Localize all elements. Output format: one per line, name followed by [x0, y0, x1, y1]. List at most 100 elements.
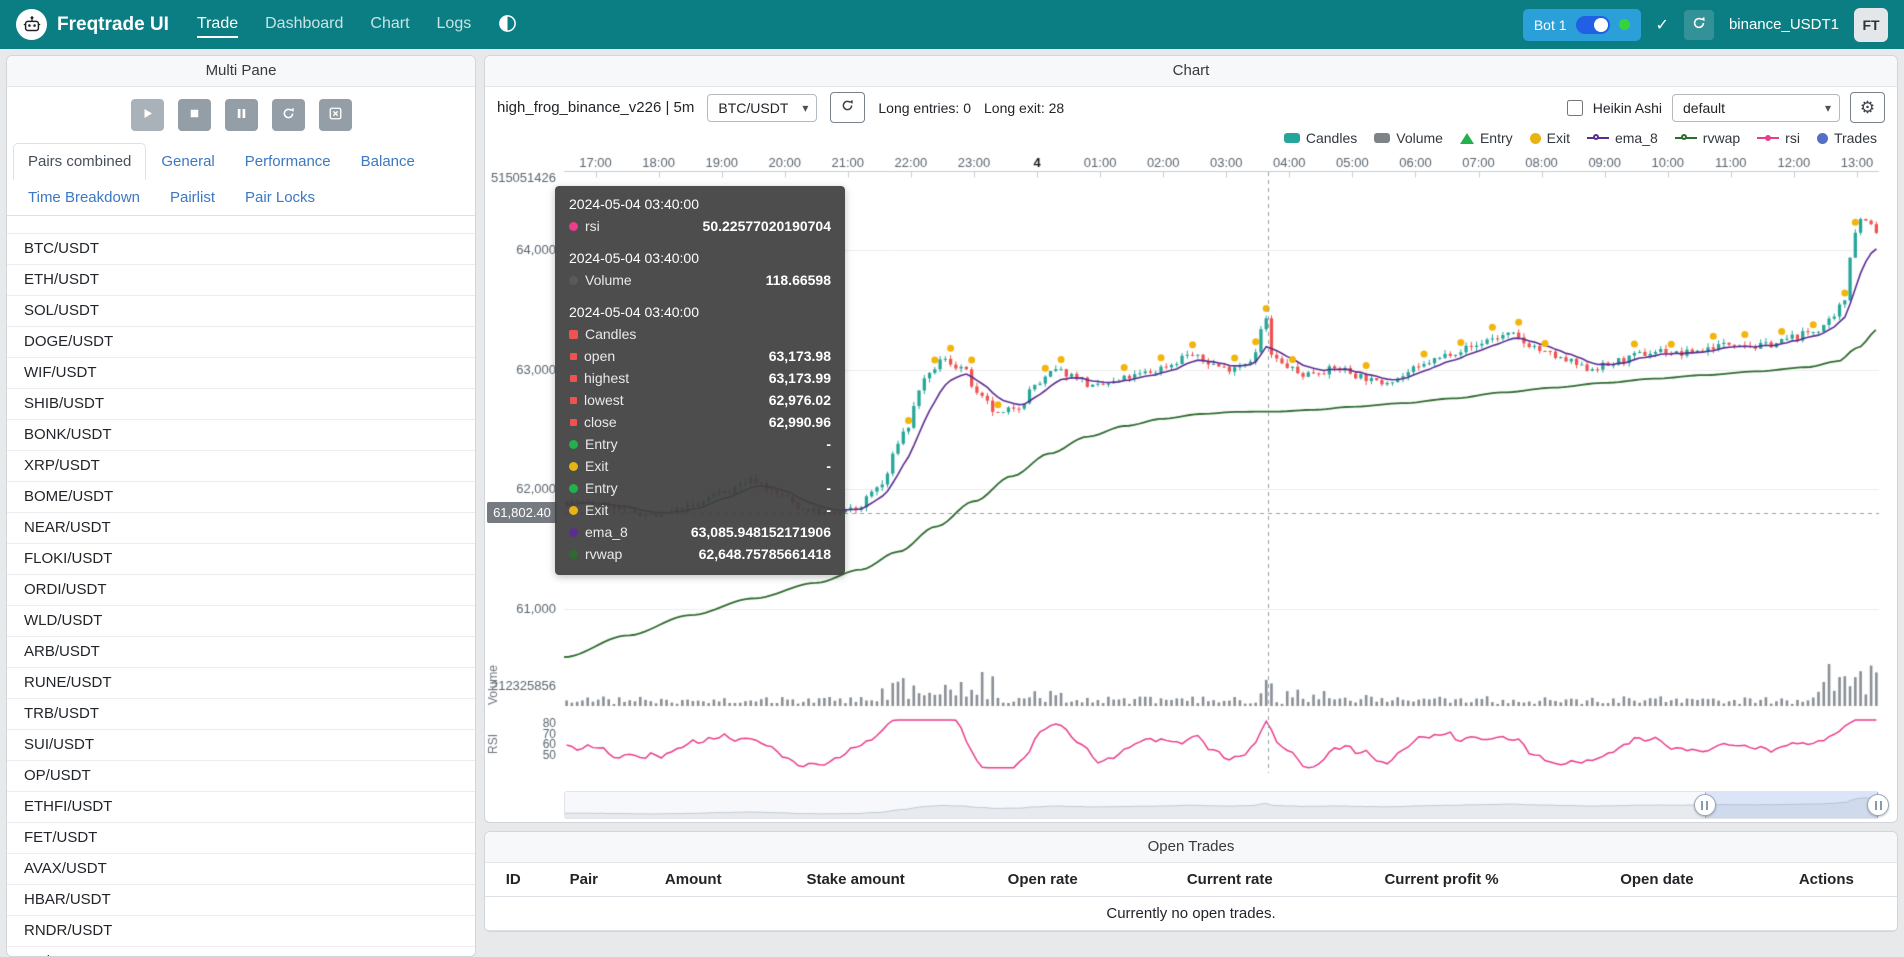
pair-row-wif-usdt[interactable]: WIF/USDT [7, 358, 475, 389]
pair-row-floki-usdt[interactable]: FLOKI/USDT [7, 544, 475, 575]
pair-select[interactable]: BTC/USDT [707, 94, 817, 122]
pair-row-eth-usdt[interactable]: ETH/USDT [7, 265, 475, 296]
legend-item-ema-8[interactable]: ema_8 [1587, 130, 1658, 146]
nav-link-dashboard[interactable]: Dashboard [265, 12, 343, 38]
right-column: Chart high_frog_binance_v226 | 5m BTC/US… [484, 55, 1898, 957]
tab-performance[interactable]: Performance [230, 143, 346, 180]
refresh-chart-button[interactable] [830, 92, 865, 123]
pair-row-doge-usdt[interactable]: DOGE/USDT [7, 327, 475, 358]
pair-row-ar-usdt[interactable]: AR/USDT [7, 947, 475, 956]
rvwap-legend-icon [1675, 133, 1697, 144]
plot-settings-button[interactable]: ⚙ [1850, 92, 1885, 123]
pair-row-avax-usdt[interactable]: AVAX/USDT [7, 854, 475, 885]
pair-row-rune-usdt[interactable]: RUNE/USDT [7, 668, 475, 699]
pair-row-rndr-usdt[interactable]: RNDR/USDT [7, 916, 475, 947]
heikin-ashi-checkbox[interactable] [1567, 100, 1583, 116]
long-entries-count: Long entries: 0 [878, 100, 971, 116]
legend-item-rvwap[interactable]: rvwap [1675, 130, 1740, 146]
bot-name: Bot 1 [1534, 17, 1567, 33]
trades-legend-icon [1817, 133, 1828, 144]
user-avatar[interactable]: FT [1854, 8, 1888, 42]
legend-item-entry[interactable]: Entry [1460, 130, 1513, 146]
gear-icon: ⚙ [1860, 98, 1875, 118]
column-header-stake-amount: Stake amount [760, 863, 951, 897]
no-open-trades-message: Currently no open trades. [485, 897, 1897, 931]
navigator-right-handle[interactable] [1867, 794, 1889, 816]
check-icon: ✓ [1656, 15, 1669, 35]
nav-link-chart[interactable]: Chart [370, 12, 409, 38]
pause-handle-icon [1701, 801, 1708, 810]
strategy-timeframe-label: high_frog_binance_v226 | 5m [497, 99, 694, 116]
navigator-left-handle[interactable] [1694, 794, 1716, 816]
reload-button[interactable] [272, 99, 305, 131]
brand[interactable]: Freqtrade UI [16, 9, 169, 40]
pair-row-near-usdt[interactable]: NEAR/USDT [7, 513, 475, 544]
pair-row-trb-usdt[interactable]: TRB/USDT [7, 699, 475, 730]
bot-online-dot [1619, 19, 1630, 30]
pair-row-wld-usdt[interactable]: WLD/USDT [7, 606, 475, 637]
legend-item-rsi[interactable]: rsi [1757, 130, 1800, 146]
nav-link-logs[interactable]: Logs [437, 12, 472, 38]
legend-label: ema_8 [1615, 130, 1658, 146]
open-trades-header-row: IDPairAmountStake amountOpen rateCurrent… [485, 863, 1897, 897]
bot-toggle[interactable] [1576, 16, 1610, 34]
long-exits-count: Long exit: 28 [984, 100, 1064, 116]
bot-selector[interactable]: Bot 1 [1523, 9, 1641, 41]
chart-panel: Chart high_frog_binance_v226 | 5m BTC/US… [484, 55, 1898, 823]
forced-exit-button[interactable] [319, 99, 352, 131]
stop-icon [187, 106, 202, 124]
navbar-right-cluster: Bot 1 ✓ binance_USDT1 FT [1523, 8, 1888, 42]
pause-icon [234, 106, 249, 124]
page-content: Multi Pane Pairs combinedGeneralPerforma… [0, 49, 1904, 957]
main-nav-links: Trade Dashboard Chart Logs [197, 12, 471, 38]
plot-config-select[interactable]: default [1672, 94, 1840, 122]
play-icon [140, 106, 155, 124]
tab-pairlist[interactable]: Pairlist [155, 179, 230, 216]
pair-row-fet-usdt[interactable]: FET/USDT [7, 823, 475, 854]
pair-row-shib-usdt[interactable]: SHIB/USDT [7, 389, 475, 420]
tab-time-breakdown[interactable]: Time Breakdown [13, 179, 155, 216]
tab-pairs-combined[interactable]: Pairs combined [13, 143, 146, 180]
nav-link-trade[interactable]: Trade [197, 12, 238, 38]
navigator-data-shadow [565, 792, 1878, 818]
legend-item-exit[interactable]: Exit [1530, 130, 1570, 146]
tab-general[interactable]: General [146, 143, 229, 180]
pause-button[interactable] [225, 99, 258, 131]
candlestick-chart-canvas[interactable] [485, 150, 1897, 786]
column-header-pair: Pair [541, 863, 626, 897]
pair-row-btc-usdt[interactable]: BTC/USDT [7, 234, 475, 265]
chart-toolbar-right: Heikin Ashi default ⚙ [1567, 92, 1885, 123]
pair-row-bonk-usdt[interactable]: BONK/USDT [7, 420, 475, 451]
ema-8-legend-icon [1587, 133, 1609, 144]
refresh-bot-button[interactable] [1684, 10, 1714, 40]
legend-label: Trades [1834, 130, 1877, 146]
play-button[interactable] [131, 99, 164, 131]
theme-toggle-button[interactable] [498, 14, 517, 36]
pair-row-ethfi-usdt[interactable]: ETHFI/USDT [7, 792, 475, 823]
column-header-id: ID [485, 863, 541, 897]
pair-row-op-usdt[interactable]: OP/USDT [7, 761, 475, 792]
pair-row-bome-usdt[interactable]: BOME/USDT [7, 482, 475, 513]
open-trades-panel: Open Trades IDPairAmountStake amountOpen… [484, 831, 1898, 932]
legend-label: Exit [1547, 130, 1570, 146]
chart-zoom-navigator[interactable] [564, 791, 1879, 819]
legend-item-trades[interactable]: Trades [1817, 130, 1877, 146]
tab-pair-locks[interactable]: Pair Locks [230, 179, 330, 216]
refresh-icon [840, 98, 855, 118]
pair-row-ordi-usdt[interactable]: ORDI/USDT [7, 575, 475, 606]
pair-row-sui-usdt[interactable]: SUI/USDT [7, 730, 475, 761]
multi-pane-title: Multi Pane [7, 56, 475, 87]
brand-title: Freqtrade UI [57, 14, 169, 36]
pair-row-arb-usdt[interactable]: ARB/USDT [7, 637, 475, 668]
pair-row-sol-usdt[interactable]: SOL/USDT [7, 296, 475, 327]
legend-item-volume[interactable]: Volume [1374, 130, 1443, 146]
tab-balance[interactable]: Balance [346, 143, 430, 180]
stop-button[interactable] [178, 99, 211, 131]
pair-row-xrp-usdt[interactable]: XRP/USDT [7, 451, 475, 482]
exchange-account-label: binance_USDT1 [1729, 16, 1839, 33]
pair-row-hbar-usdt[interactable]: HBAR/USDT [7, 885, 475, 916]
legend-item-candles[interactable]: Candles [1284, 130, 1357, 146]
multi-pane-panel: Multi Pane Pairs combinedGeneralPerforma… [6, 55, 476, 957]
column-header-current-rate: Current rate [1134, 863, 1325, 897]
navigator-selected-window[interactable] [1705, 792, 1878, 818]
